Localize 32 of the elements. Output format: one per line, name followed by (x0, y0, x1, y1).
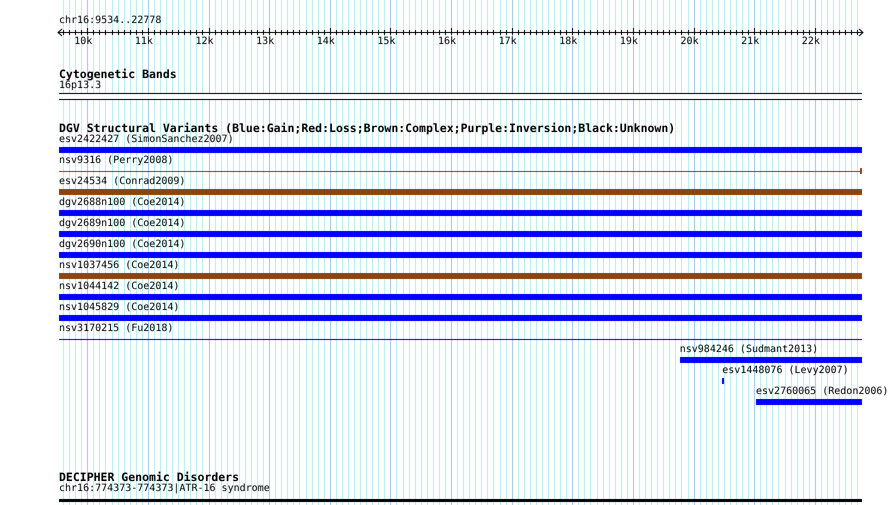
feature-label: esv24534 (Conrad2009) (59, 176, 186, 187)
feature-label: nsv984246 (Sudmant2013) (680, 344, 818, 355)
feature-label: 16p13.3 (59, 80, 102, 91)
tick-label: 18k (559, 36, 578, 48)
tick-label: 21k (741, 36, 760, 48)
tick-label: 19k (620, 36, 638, 48)
feature-label: chr16:774373-774373|ATR-16 syndrome (59, 483, 270, 495)
feature-label: dgv2690n100 (Coe2014) (59, 239, 186, 250)
feature-label: nsv1037456 (Coe2014) (59, 260, 180, 271)
track-title: DECIPHER Genomic Disorders (59, 471, 240, 483)
location-label: chr16:9534..22778 (59, 15, 162, 27)
feature-label: dgv2689n100 (Coe2014) (59, 218, 186, 229)
feature-label: dgv2688n100 (Coe2014) (59, 197, 186, 208)
tick-label: 10k (74, 36, 92, 48)
tick-label: 14k (316, 36, 335, 48)
tick-label: 12k (195, 36, 214, 48)
tick-label: 20k (680, 36, 699, 48)
feature-label: nsv1045829 (Coe2014) (59, 302, 180, 313)
tick-label: 22k (802, 36, 820, 48)
tick-label: 15k (377, 36, 396, 48)
track-title: DGV Structural Variants (Blue:Gain;Red:Loss;Brown:Complex;Purple:Inversion;Black:Unknown) (59, 122, 676, 134)
feature-label: esv2422427 (SimonSanchez2007) (59, 134, 234, 145)
feature-label: nsv9316 (Perry2008) (59, 155, 174, 166)
tick-label: 16k (438, 36, 456, 48)
tick-label: 17k (498, 36, 517, 48)
feature-label: nsv1044142 (Coe2014) (59, 281, 180, 292)
feature-label: esv1448076 (Levy2007) (722, 365, 849, 376)
tick-label: 13k (256, 36, 274, 48)
track-title: Cytogenetic Bands (59, 68, 178, 80)
feature-label: nsv3170215 (Fu2018) (59, 323, 174, 334)
feature-label: esv2760065 (Redon2006) (756, 386, 888, 397)
tick-label: 11k (134, 36, 153, 48)
